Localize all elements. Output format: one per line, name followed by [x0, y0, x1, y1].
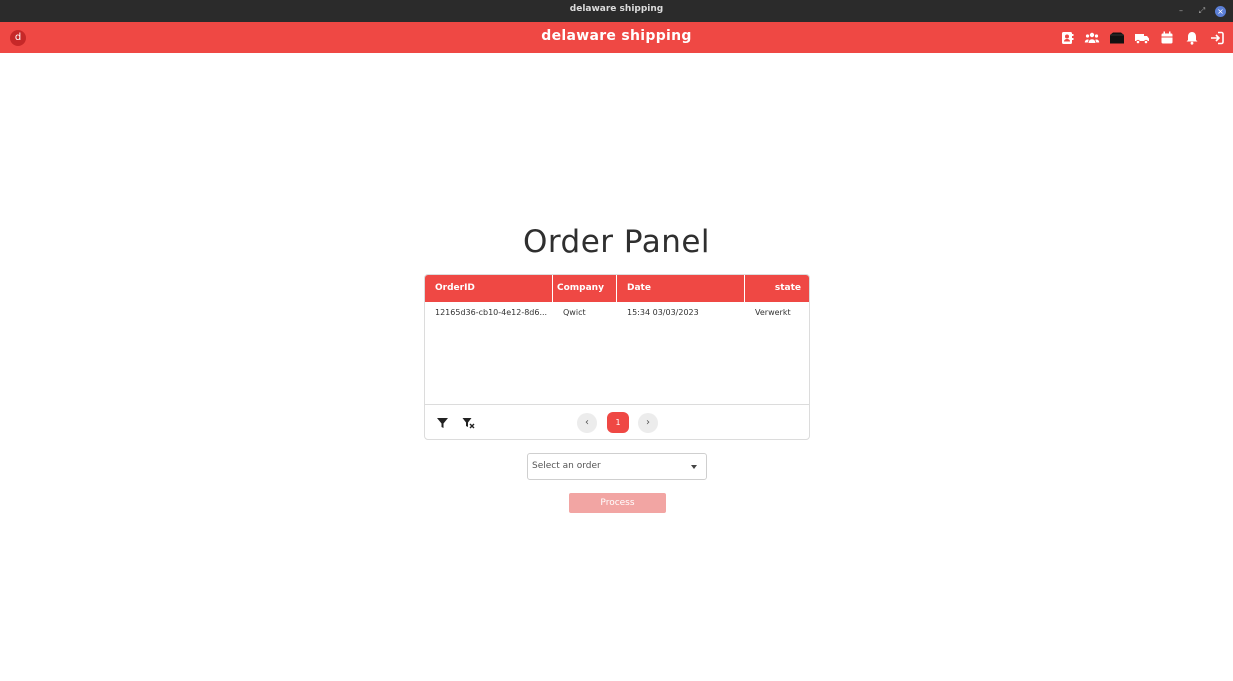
window-title: delaware shipping: [569, 4, 664, 14]
column-header-state[interactable]: state: [745, 275, 809, 302]
orders-table: OrderID Company Date state 12165d36-cb10…: [424, 274, 810, 440]
calendar-icon[interactable]: [1159, 30, 1175, 46]
page-title: Order Panel: [522, 224, 711, 260]
cell-date: 15:34 03/03/2023: [627, 308, 699, 317]
bell-icon[interactable]: [1184, 30, 1200, 46]
pagination-page-1[interactable]: 1: [607, 412, 629, 433]
app-header: d delaware shipping: [0, 22, 1233, 53]
filter-icon[interactable]: [436, 417, 449, 429]
order-select-placeholder: Select an order: [532, 461, 601, 471]
minimize-button[interactable]: –: [1175, 5, 1187, 17]
truck-icon[interactable]: [1134, 30, 1150, 46]
os-title-bar: delaware shipping – ⤢ ×: [0, 0, 1233, 22]
clear-filter-icon[interactable]: [462, 417, 475, 429]
cell-company: Qwict: [563, 308, 586, 317]
pagination-prev-button[interactable]: ‹: [577, 413, 597, 433]
process-button[interactable]: Process: [569, 493, 666, 513]
table-footer: ‹ 1 ›: [425, 404, 809, 439]
column-header-company[interactable]: Company: [553, 275, 617, 302]
table-header: OrderID Company Date state: [425, 275, 809, 302]
cell-orderid: 12165d36-cb10-4e12-8d6...: [435, 308, 548, 317]
order-select[interactable]: Select an order: [527, 453, 707, 480]
column-header-orderid[interactable]: OrderID: [425, 275, 553, 302]
header-nav: [1059, 30, 1225, 46]
table-row[interactable]: 12165d36-cb10-4e12-8d6... Qwict 15:34 03…: [425, 302, 809, 324]
pagination-next-button[interactable]: ›: [638, 413, 658, 433]
contact-card-icon[interactable]: [1059, 30, 1075, 46]
close-button[interactable]: ×: [1215, 6, 1226, 17]
users-icon[interactable]: [1084, 30, 1100, 46]
app-title: delaware shipping: [541, 28, 692, 44]
logout-icon[interactable]: [1209, 30, 1225, 46]
column-header-date[interactable]: Date: [617, 275, 745, 302]
chevron-down-icon: [691, 465, 697, 469]
maximize-button[interactable]: ⤢: [1196, 5, 1208, 17]
cell-state: Verwerkt: [755, 308, 791, 317]
box-icon[interactable]: [1109, 30, 1125, 46]
